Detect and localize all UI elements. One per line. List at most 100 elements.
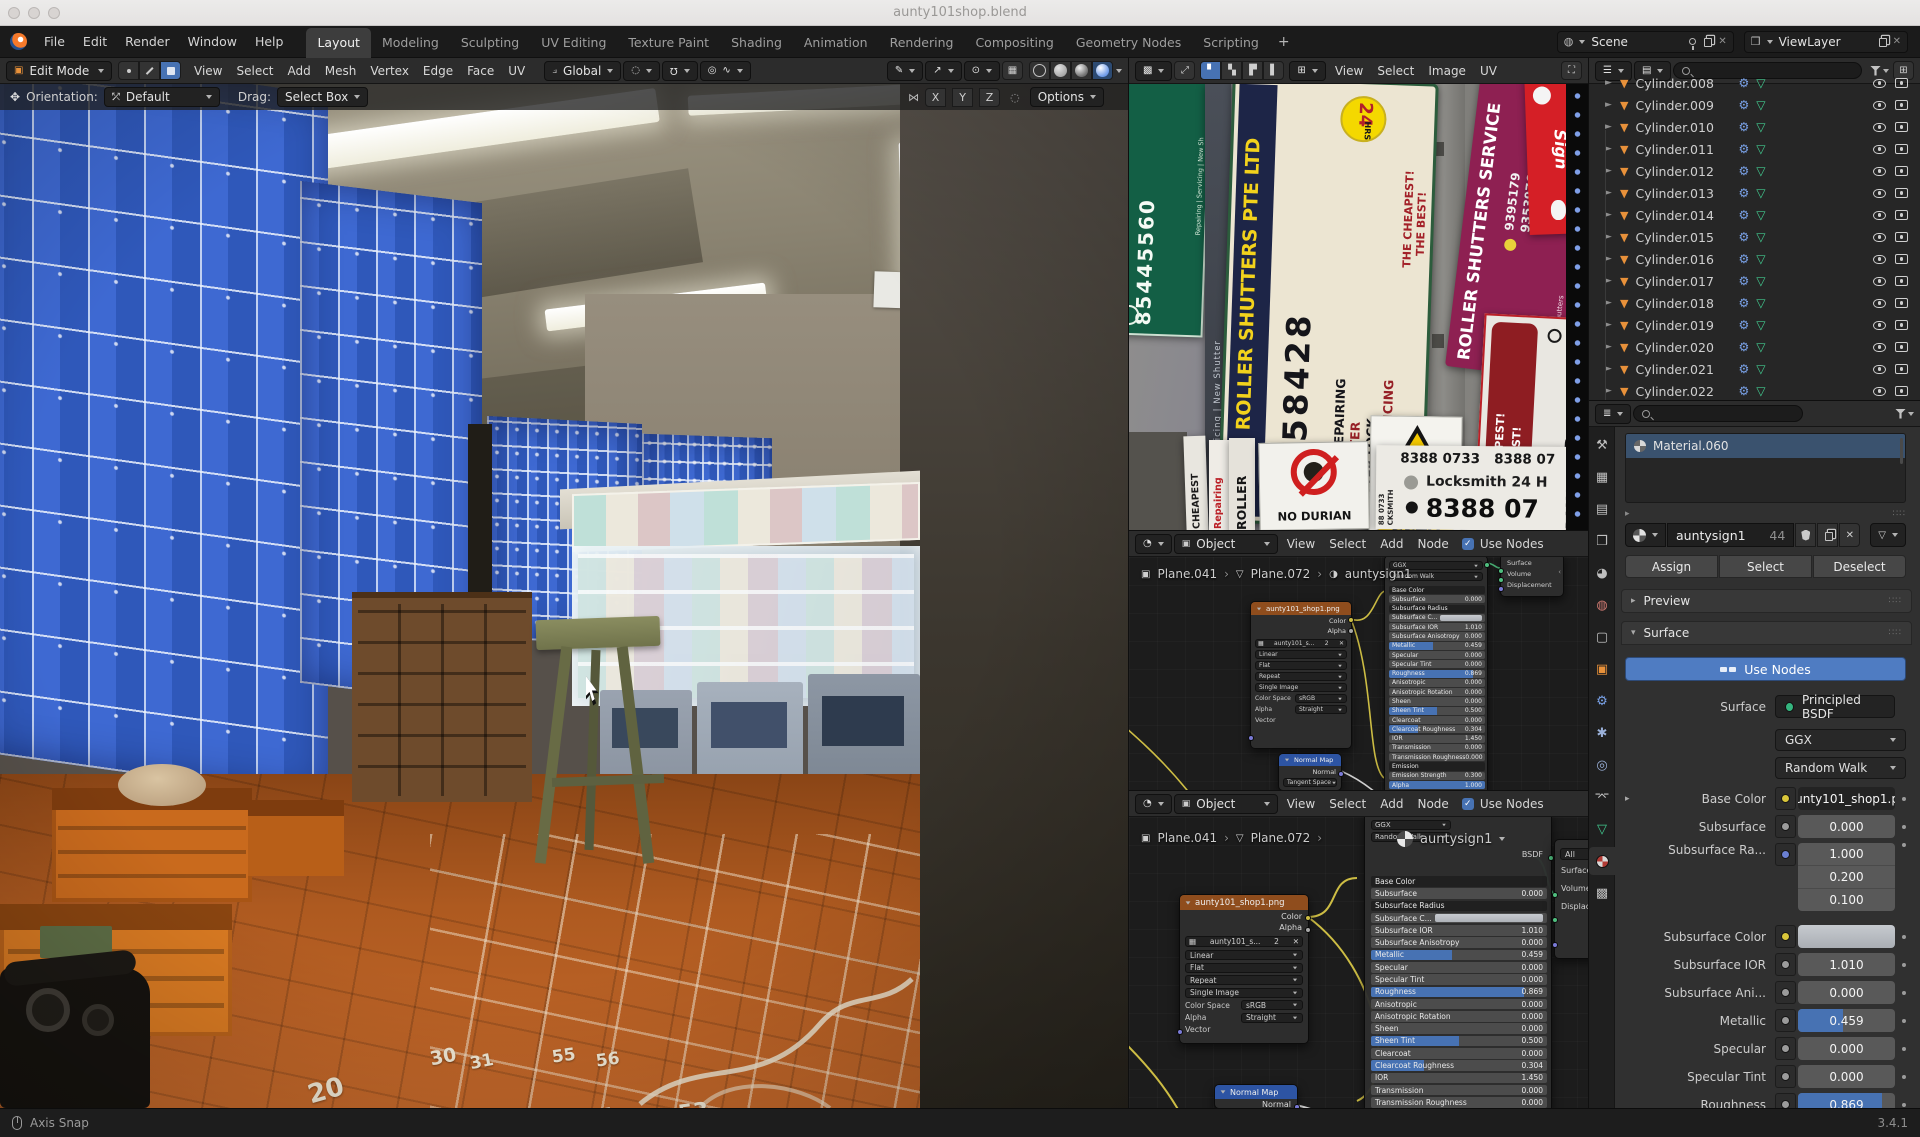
disable-render-icon[interactable] (1895, 188, 1908, 198)
expand-icon[interactable]: ► (1605, 342, 1613, 352)
hide-viewport-icon[interactable] (1873, 211, 1886, 220)
gizmo-dropdown[interactable]: ↗ (925, 61, 961, 81)
object-name[interactable]: Cylinder.010 (1635, 120, 1731, 135)
socket-button[interactable] (1775, 925, 1796, 948)
tab-render[interactable]: ▦ (1589, 463, 1615, 491)
surface-shader-menu[interactable]: Principled BSDF (1775, 695, 1895, 718)
pin-icon[interactable] (1689, 38, 1696, 45)
bsdf-input-row[interactable]: Metallic 0.459 (1389, 642, 1485, 650)
shading-material-button[interactable] (1071, 61, 1092, 80)
bsdf-input-row[interactable]: Clearcoat 0.000 (1389, 716, 1485, 724)
bsdf-input-row[interactable]: Subsurface 0.000 (1371, 888, 1547, 899)
snap-toggle-dropdown[interactable]: Ω (662, 61, 698, 81)
outliner-row[interactable]: ► ▼ Cylinder.010 ⚙ ▽ (1589, 116, 1920, 138)
workspace-tab[interactable]: Sculpting (450, 28, 530, 58)
shader-menu-item[interactable]: View (1280, 797, 1322, 811)
disable-render-icon[interactable] (1895, 100, 1908, 110)
vector-fields[interactable]: 1.0000.2000.100 (1798, 843, 1895, 911)
bsdf-input-row[interactable]: Clearcoat Roughness 0.304 (1389, 725, 1485, 733)
expand-icon[interactable]: ▸ (1625, 794, 1637, 804)
editor-type-dropdown[interactable]: ▩ (1135, 61, 1172, 81)
hide-viewport-icon[interactable] (1873, 343, 1886, 352)
value-slider[interactable]: 0.000 (1798, 1037, 1895, 1060)
remove-viewlayer-icon[interactable]: ✕ (1893, 36, 1901, 47)
drag-value-dropdown[interactable]: Select Box (277, 87, 368, 107)
value-slider[interactable]: 0.000 (1798, 815, 1895, 838)
socket-button[interactable] (1775, 1093, 1796, 1108)
disable-render-icon[interactable] (1895, 276, 1908, 286)
object-name[interactable]: Cylinder.017 (1635, 274, 1731, 289)
options-dropdown[interactable]: Options (1030, 87, 1104, 107)
shader-type-dropdown[interactable]: ▣Object (1174, 794, 1278, 814)
properties-search-input[interactable] (1633, 405, 1803, 422)
outliner-row[interactable]: ► ▼ Cylinder.015 ⚙ ▽ (1589, 226, 1920, 248)
bsdf-input-row[interactable]: Subsurface Anisotropy 0.000 (1371, 937, 1547, 948)
bsdf-input-row[interactable]: IOR 1.450 (1389, 735, 1485, 743)
bsdf-input-row[interactable]: Emission Strength 0.300 (1389, 772, 1485, 780)
workspace-tab[interactable]: Geometry Nodes (1065, 28, 1192, 58)
expand-icon[interactable]: ► (1605, 386, 1613, 396)
workspace-tab[interactable]: Rendering (879, 28, 965, 58)
object-name[interactable]: Cylinder.013 (1635, 186, 1731, 201)
socket-button[interactable] (1775, 787, 1796, 810)
edge-select-mode-button[interactable] (139, 61, 160, 80)
material-output-node[interactable]: Surface Volume Displacement ‹ (1500, 553, 1564, 597)
shading-solid-button[interactable] (1050, 61, 1071, 80)
bsdf-input-row[interactable]: Anisotropic Rotation 0.000 (1389, 688, 1485, 696)
image-texture-node[interactable]: aunty101_shop1.png Color Alpha ▦aunty101… (1179, 894, 1309, 1044)
add-workspace-button[interactable]: + (1270, 34, 1298, 50)
bsdf-input-row[interactable]: Clearcoat Roughness 0.304 (1371, 1060, 1547, 1071)
value-slider[interactable]: 0.000 (1798, 981, 1895, 1004)
nodes-filter-dropdown[interactable]: ▽ (1870, 523, 1906, 547)
viewport-menu-item[interactable]: View (187, 64, 229, 78)
bsdf-input-row[interactable]: Transmission Roughness 0.000 (1389, 753, 1485, 761)
shader-menu-item[interactable]: Select (1322, 797, 1373, 811)
outliner-row[interactable]: ► ▼ Cylinder.011 ⚙ ▽ (1589, 138, 1920, 160)
blender-logo-icon[interactable] (10, 33, 27, 50)
workspace-tab[interactable]: Layout (306, 28, 371, 58)
orientation-value-dropdown[interactable]: ⤱Default (104, 87, 220, 107)
bsdf-input-row[interactable]: Sheen 0.000 (1389, 697, 1485, 705)
principled-bsdf-node[interactable]: GGX Random Walk Base Color Subsurface 0.… (1384, 555, 1488, 790)
bsdf-input-row[interactable]: Base Color (1371, 876, 1547, 887)
animate-dot[interactable] (1902, 843, 1906, 847)
bsdf-input-row[interactable]: Subsurface C... (1389, 614, 1485, 622)
bsdf-input-row[interactable]: Sheen Tint 0.500 (1371, 1036, 1547, 1047)
pivot-icon[interactable]: ⛶ (1561, 61, 1582, 80)
subsurface-method-dropdown[interactable]: Random Walk (1775, 757, 1906, 779)
xray-toggle-button[interactable]: ▦ (1002, 61, 1023, 80)
disable-render-icon[interactable] (1895, 78, 1908, 88)
tab-material[interactable] (1589, 847, 1615, 875)
material-output-node[interactable]: All Surface Volume Displacement ‹ (1554, 839, 1588, 959)
bsdf-input-row[interactable]: Subsurface IOR 1.010 (1389, 623, 1485, 631)
shader-menu-item[interactable]: Node (1410, 537, 1455, 551)
viewlayer-selector[interactable]: ❒ ViewLayer ✕ (1744, 31, 1908, 53)
object-name[interactable]: Cylinder.014 (1635, 208, 1731, 223)
viewport-menu-item[interactable]: Vertex (363, 64, 416, 78)
tab-object-data[interactable]: ▽ (1589, 815, 1615, 843)
proportional-falloff-icon[interactable]: ◌ (1010, 91, 1020, 104)
object-name[interactable]: Cylinder.015 (1635, 230, 1731, 245)
viewport-menu-item[interactable]: Select (229, 64, 280, 78)
bsdf-input-row[interactable]: Subsurface Radius (1371, 901, 1547, 912)
shading-wireframe-button[interactable] (1029, 61, 1050, 80)
bsdf-input-row[interactable]: Specular Tint 0.000 (1389, 660, 1485, 668)
animate-dot[interactable] (1902, 991, 1906, 995)
uv-face-mode-button[interactable]: ▛ (1242, 61, 1263, 80)
object-name[interactable]: Cylinder.021 (1635, 362, 1731, 377)
viewport-3d[interactable]: ▣Edit Mode ViewSelectAddMeshVertexEdgeFa… (0, 58, 1128, 1108)
bsdf-input-row[interactable]: Subsurface IOR 1.010 (1371, 925, 1547, 936)
viewport-menu-item[interactable]: Add (281, 64, 318, 78)
bsdf-input-row[interactable]: IOR 1.450 (1371, 1073, 1547, 1084)
disable-render-icon[interactable] (1895, 232, 1908, 242)
bsdf-input-row[interactable]: Roughness 0.869 (1371, 987, 1547, 998)
expand-icon[interactable]: ► (1605, 254, 1613, 264)
uv-sync-icon[interactable]: ⤢ (1174, 61, 1195, 80)
new-scene-icon[interactable] (1704, 38, 1712, 47)
tab-particles[interactable]: ✱ (1589, 719, 1615, 747)
expand-icon[interactable]: ► (1605, 320, 1613, 330)
outliner-row[interactable]: ► ▼ Cylinder.022 ⚙ ▽ (1589, 380, 1920, 400)
face-select-mode-button[interactable] (160, 61, 181, 80)
hide-viewport-icon[interactable] (1873, 299, 1886, 308)
viewport-menu-item[interactable]: UV (501, 64, 532, 78)
